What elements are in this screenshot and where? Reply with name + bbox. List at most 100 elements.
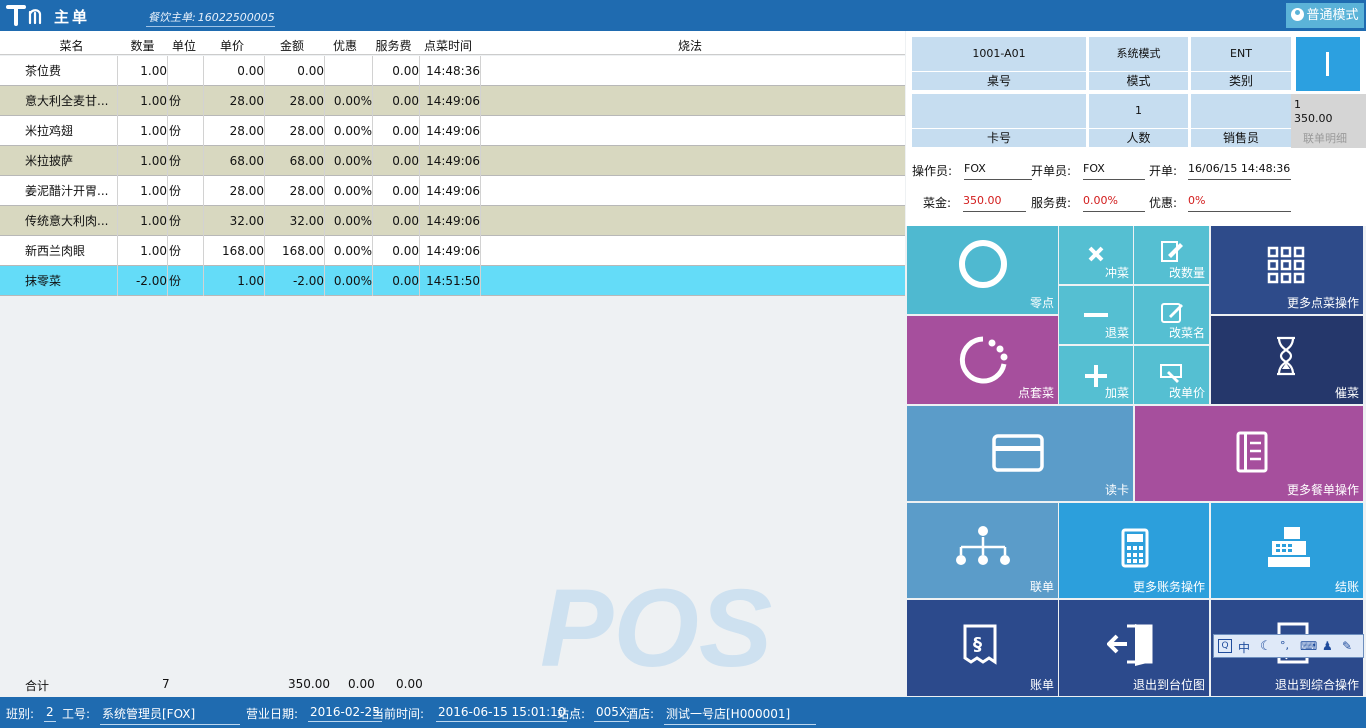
bill-tile[interactable]: § 账单 [907,600,1058,696]
punctuation-icon[interactable]: °, [1280,639,1289,652]
table-row[interactable]: 米拉披萨 1.00 份 68.00 68.00 0.00% 0.00 14:49:06 [0,146,905,176]
add-dish-tile[interactable]: 加菜 [1059,346,1133,404]
rush-dish-tile[interactable]: 催菜 [1211,316,1363,404]
pos-watermark: POS [540,571,772,681]
table-row[interactable]: 米拉鸡翅 1.00 份 28.00 28.00 0.00% 0.00 14:49:06 [0,116,905,146]
more-dish-ops-label: 更多点菜操作 [1286,296,1359,310]
cell-name: 传统意大利肉... [25,206,118,236]
col-unit: 单位 [171,39,196,53]
more-order-ops-tile[interactable]: 更多餐单操作 [1135,406,1363,501]
table-row[interactable]: 抹零菜 -2.00 份 1.00 -2.00 0.00% 0.00 14:51:50 [0,266,905,296]
order-label: 餐饮主单: [148,11,196,24]
cell-svc: 0.00 [374,176,420,206]
cell-amount: 28.00 [266,176,325,206]
set-meal-label: 点套菜 [1017,386,1054,400]
cell-unit: 份 [169,206,204,236]
cell-svc: 0.00 [374,116,420,146]
cell-unit: 份 [169,176,204,206]
more-dish-ops-tile[interactable]: 更多点菜操作 [1211,226,1363,314]
card-detail-amount: 350.00 [1294,112,1333,125]
change-qty-tile[interactable]: 改数量 [1134,226,1209,284]
cell-unit: 份 [169,86,204,116]
cell-time: 14:48:36 [421,56,481,86]
table-header: 菜名 数量 单位 单价 金额 优惠 服务费 点菜时间 烧法 [0,31,905,55]
ime-logo-icon[interactable]: Q [1218,639,1232,653]
col-cooking: 烧法 [677,39,702,53]
return-dish-tile[interactable]: 退菜 [1059,286,1133,344]
ime-toolbar[interactable]: Q 中 ☾ °, ⌨ ♟ ✎ [1213,634,1364,658]
set-meal-tile[interactable]: 点套菜 [907,316,1058,404]
total-qty: 7 [162,677,170,691]
change-price-tile[interactable]: 改单价 [1134,346,1209,404]
discount-value: 0% [1188,194,1291,212]
exit-to-table-map-tile[interactable]: 退出到台位图 [1059,600,1209,696]
moon-icon[interactable]: ☾ [1260,639,1272,654]
cell-amount: 68.00 [266,146,325,176]
cell-unit: 份 [169,116,204,146]
staff-value: 系统管理员[FOX] [100,705,240,725]
order-no: 16022500005 [197,11,275,24]
add-dish-label: 加菜 [1104,386,1129,400]
big-action-button[interactable] [1296,37,1360,91]
hourglass-icon [1277,336,1295,376]
table-row[interactable]: 姜泥醋汁开胃... 1.00 份 28.00 28.00 0.00% 0.00 14:49:0… [0,176,905,206]
read-card-tile[interactable]: 读卡 [907,406,1133,501]
svg-text:POS: POS [540,571,772,681]
hotel-value: 测试一号店[H000001] [664,705,816,725]
cell-unit: 份 [169,146,204,176]
mode-value: 系统模式 [1089,37,1188,71]
table-row[interactable]: 茶位费 1.00 0.00 0.00 0.00 14:48:36 [0,56,905,86]
checkout-tile[interactable]: 结账 [1211,503,1363,598]
opener-label: 开单员: [1031,164,1072,178]
station-value: 005X [594,705,630,722]
pos-main-order-window: 主单 餐饮主单: 16022500005 普通模式 菜名 数量 单位 单价 金额 … [0,0,1366,728]
document-icon [1236,431,1268,473]
card-detail-button[interactable]: 1 350.00 联单明细 [1291,94,1366,148]
normal-mode-button[interactable]: 普通模式 [1286,3,1364,28]
rename-dish-tile[interactable]: 改菜名 [1134,286,1209,344]
open-time-field: 开单: 16/06/15 14:48:36 [1149,162,1291,180]
table-row[interactable]: 传统意大利肉... 1.00 份 32.00 32.00 0.00% 0.00 14:49:0… [0,206,905,236]
cell-amount: 168.00 [266,236,325,266]
cell-time: 14:49:06 [421,176,481,206]
keyboard-icon[interactable]: ⌨ [1300,639,1317,653]
bizdate-label: 营业日期: [246,707,299,721]
cell-disc: 0.00% [326,266,373,296]
now-value: 2016-06-15 15:01:10 [436,705,568,722]
cell-qty: 1.00 [120,146,168,176]
flush-dish-tile[interactable]: 冲菜 [1059,226,1133,284]
card-detail-count: 1 [1294,98,1301,111]
status-bar: 班别: 2 工号: 系统管理员[FOX] 营业日期: 2016-02-25 当前… [0,697,1366,728]
wrench-icon[interactable]: ✎ [1342,639,1352,653]
user-icon[interactable]: ♟ [1322,639,1333,653]
rename-dish-label: 改菜名 [1168,326,1205,340]
cell-qty: 1.00 [120,56,168,86]
title-bar: 主单 餐饮主单: 16022500005 普通模式 [0,0,1366,31]
cell-price: 168.00 [205,236,265,266]
shift-label: 班别: [6,707,35,721]
order-dish-tile[interactable]: 零点 [907,226,1058,314]
sales-label: 销售员 [1191,129,1291,147]
card-no-value[interactable] [912,94,1086,128]
hotel-label: 酒店: [626,707,655,721]
ime-mode[interactable]: 中 [1238,639,1250,656]
col-service: 服务费 [375,39,412,53]
cell-qty: 1.00 [120,176,168,206]
more-billing-ops-tile[interactable]: 更多账务操作 [1059,503,1209,598]
cell-time: 14:49:06 [421,206,481,236]
col-price: 单价 [219,39,244,53]
cell-price: 68.00 [205,146,265,176]
table-row[interactable]: 新西兰肉眼 1.00 份 168.00 168.00 0.00% 0.00 14:49:06 [0,236,905,266]
cell-disc: 0.00% [326,176,373,206]
edit-icon [1161,303,1183,323]
cell-disc: 0.00% [326,236,373,266]
people-value[interactable]: 1 [1089,94,1188,128]
loading-icon [959,336,1008,384]
table-row[interactable]: 意大利全麦甘... 1.00 份 28.00 28.00 0.00% 0.00 14:49:0… [0,86,905,116]
discount-label: 优惠: [1149,196,1178,210]
shift-value: 2 [44,705,56,722]
cell-disc: 0.00% [326,116,373,146]
org-chart-icon [956,526,1010,565]
join-order-tile[interactable]: 联单 [907,503,1058,598]
sales-value[interactable] [1191,94,1291,128]
